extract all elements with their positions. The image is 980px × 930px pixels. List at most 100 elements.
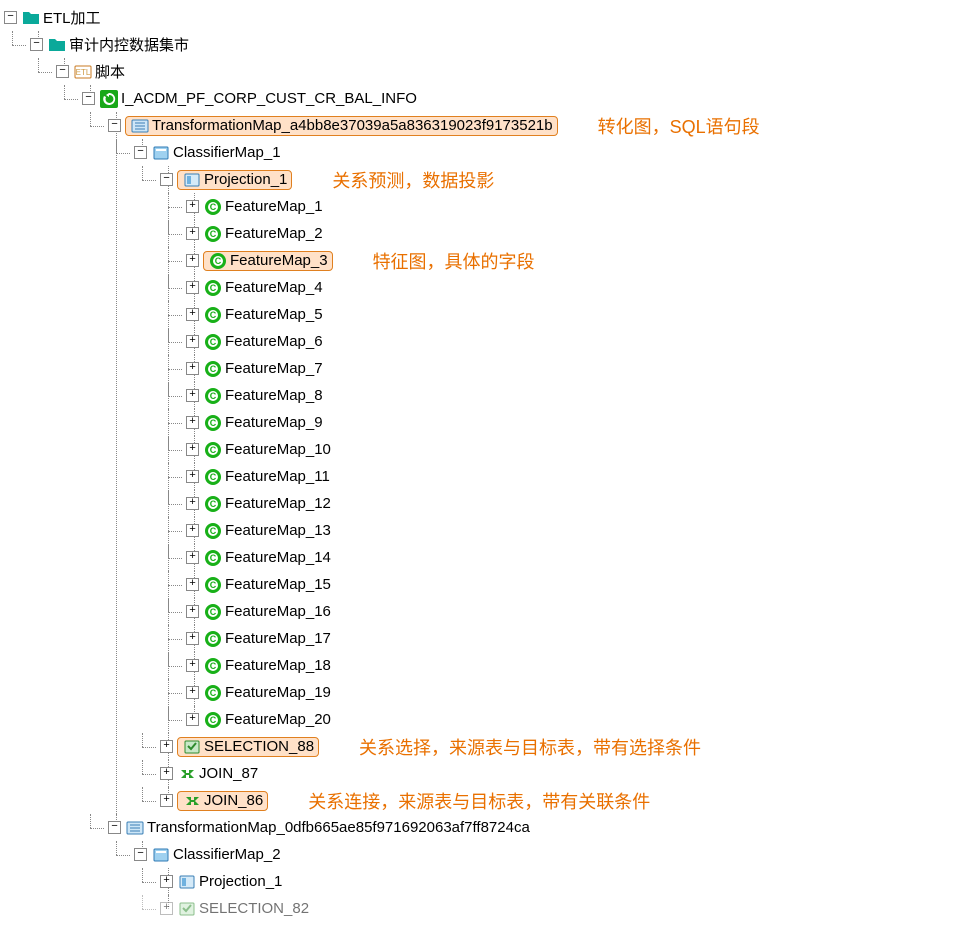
tree-node-projection-1[interactable]: − Projection_1 关系预测，数据投影 xyxy=(160,166,980,193)
node-label: FeatureMap_20 xyxy=(225,711,331,728)
toggle-icon[interactable]: + xyxy=(186,659,199,672)
tree-node-selection-82[interactable]: + SELECTION_82 xyxy=(160,895,980,922)
tree-node-featuremap[interactable]: + FeatureMap_1 xyxy=(186,193,980,220)
tree-node-featuremap[interactable]: +FeatureMap_3特征图，具体的字段 xyxy=(186,247,980,274)
annotation-selection: 关系选择，来源表与目标表，带有选择条件 xyxy=(359,734,701,760)
tree-node-featuremap[interactable]: + FeatureMap_17 xyxy=(186,625,980,652)
feature-icon xyxy=(203,333,223,351)
tree-node-featuremap[interactable]: +FeatureMap_8 xyxy=(186,382,980,409)
toggle-icon[interactable]: − xyxy=(56,65,69,78)
toggle-icon[interactable]: − xyxy=(108,821,121,834)
tree-node-featuremap[interactable]: +FeatureMap_9 xyxy=(186,409,980,436)
tree-node-featuremap[interactable]: +FeatureMap_11 xyxy=(186,463,980,490)
toggle-icon[interactable]: − xyxy=(108,119,121,132)
tree-node-join-86[interactable]: + JOIN_86 关系连接，来源表与目标表，带有关联条件 xyxy=(160,787,980,814)
tree-node-featuremap[interactable]: + FeatureMap_19 xyxy=(186,679,980,706)
toggle-icon[interactable]: + xyxy=(186,308,199,321)
tree-node-classifiermap-2[interactable]: − ClassifierMap_2 xyxy=(134,841,980,868)
toggle-icon[interactable]: + xyxy=(186,551,199,564)
tree-node-selection-88[interactable]: + SELECTION_88 关系选择，来源表与目标表，带有选择条件 xyxy=(160,733,980,760)
node-label: TransformationMap_0dfb665ae85f971692063a… xyxy=(147,819,530,836)
node-label: JOIN_86 xyxy=(204,792,263,809)
node-label: FeatureMap_17 xyxy=(225,630,331,647)
tree-node-featuremap[interactable]: + FeatureMap_14 xyxy=(186,544,980,571)
toggle-icon[interactable]: + xyxy=(186,470,199,483)
toggle-icon[interactable]: + xyxy=(186,632,199,645)
folder-icon xyxy=(47,36,67,54)
toggle-icon[interactable]: + xyxy=(186,686,199,699)
feature-icon xyxy=(203,630,223,648)
toggle-icon[interactable]: + xyxy=(160,875,173,888)
tree-node-featuremap[interactable]: +FeatureMap_10 xyxy=(186,436,980,463)
tree-node-featuremap[interactable]: +FeatureMap_6 xyxy=(186,328,980,355)
toggle-icon[interactable]: − xyxy=(4,11,17,24)
feature-icon xyxy=(203,279,223,297)
feature-icon xyxy=(203,576,223,594)
selection-icon xyxy=(182,738,202,756)
toggle-icon[interactable]: − xyxy=(134,146,147,159)
feature-icon xyxy=(203,306,223,324)
tree-node-transformationmap-2[interactable]: − TransformationMap_0dfb665ae85f97169206… xyxy=(108,814,980,841)
feature-icon xyxy=(203,387,223,405)
node-label: FeatureMap_1 xyxy=(225,198,323,215)
feature-icon xyxy=(203,603,223,621)
node-label: SELECTION_82 xyxy=(199,900,309,917)
toggle-icon[interactable]: + xyxy=(160,767,173,780)
node-label: FeatureMap_15 xyxy=(225,576,331,593)
tree-node-featuremap[interactable]: + FeatureMap_15 xyxy=(186,571,980,598)
node-label: FeatureMap_12 xyxy=(225,495,331,512)
toggle-icon[interactable]: + xyxy=(186,335,199,348)
toggle-icon[interactable]: − xyxy=(160,173,173,186)
toggle-icon[interactable]: − xyxy=(134,848,147,861)
node-label: FeatureMap_16 xyxy=(225,603,331,620)
feature-icon xyxy=(203,198,223,216)
toggle-icon[interactable]: + xyxy=(186,443,199,456)
tree-node-join-87[interactable]: + JOIN_87 xyxy=(160,760,980,787)
feature-icon xyxy=(203,360,223,378)
toggle-icon[interactable]: + xyxy=(186,254,199,267)
toggle-icon[interactable]: + xyxy=(186,389,199,402)
annotation-join: 关系连接，来源表与目标表，带有关联条件 xyxy=(308,788,650,814)
toggle-icon[interactable]: + xyxy=(186,227,199,240)
toggle-icon[interactable]: + xyxy=(186,713,199,726)
map-icon xyxy=(130,117,150,135)
tree-node-datamart[interactable]: − 审计内控数据集市 xyxy=(30,31,980,58)
toggle-icon[interactable]: + xyxy=(186,605,199,618)
feature-icon xyxy=(203,549,223,567)
toggle-icon[interactable]: + xyxy=(160,794,173,807)
node-label: FeatureMap_19 xyxy=(225,684,331,701)
node-label: Projection_1 xyxy=(204,171,287,188)
node-label: FeatureMap_14 xyxy=(225,549,331,566)
selection-icon xyxy=(177,900,197,918)
toggle-icon[interactable]: + xyxy=(186,200,199,213)
tree-node-script[interactable]: − 脚本 xyxy=(56,58,980,85)
toggle-icon[interactable]: + xyxy=(160,740,173,753)
toggle-icon[interactable]: + xyxy=(186,524,199,537)
tree-node-featuremap[interactable]: + FeatureMap_18 xyxy=(186,652,980,679)
tree-node-classifiermap-1[interactable]: − ClassifierMap_1 xyxy=(134,139,980,166)
tree-node-featuremap[interactable]: + FeatureMap_12 xyxy=(186,490,980,517)
toggle-icon[interactable]: + xyxy=(186,416,199,429)
toggle-icon[interactable]: + xyxy=(186,362,199,375)
tree-node-featuremap[interactable]: +FeatureMap_7 xyxy=(186,355,980,382)
tree-node-featuremap[interactable]: + FeatureMap_20 xyxy=(186,706,980,733)
toggle-icon[interactable]: − xyxy=(30,38,43,51)
toggle-icon[interactable]: − xyxy=(82,92,95,105)
node-label: TransformationMap_a4bb8e37039a5a83631902… xyxy=(152,117,553,134)
tree-node-featuremap[interactable]: + FeatureMap_16 xyxy=(186,598,980,625)
tree-node-transformationmap-1[interactable]: − TransformationMap_a4bb8e37039a5a836319… xyxy=(108,112,980,139)
tree-node-featuremap[interactable]: +FeatureMap_2 xyxy=(186,220,980,247)
tree-node-featuremap[interactable]: +FeatureMap_5 xyxy=(186,301,980,328)
toggle-icon[interactable]: + xyxy=(186,578,199,591)
node-label: 审计内控数据集市 xyxy=(69,34,189,55)
toggle-icon[interactable]: + xyxy=(186,281,199,294)
tree-node-projection-1b[interactable]: + Projection_1 xyxy=(160,868,980,895)
tree-node-featuremap[interactable]: +FeatureMap_4 xyxy=(186,274,980,301)
tree-node-etl-root[interactable]: − ETL加工 xyxy=(4,4,980,31)
refresh-icon xyxy=(99,90,119,108)
tree-node-job[interactable]: − I_ACDM_PF_CORP_CUST_CR_BAL_INFO xyxy=(82,85,980,112)
toggle-icon[interactable]: + xyxy=(186,497,199,510)
toggle-icon[interactable]: + xyxy=(160,902,173,915)
node-label: FeatureMap_18 xyxy=(225,657,331,674)
tree-node-featuremap[interactable]: +FeatureMap_13 xyxy=(186,517,980,544)
